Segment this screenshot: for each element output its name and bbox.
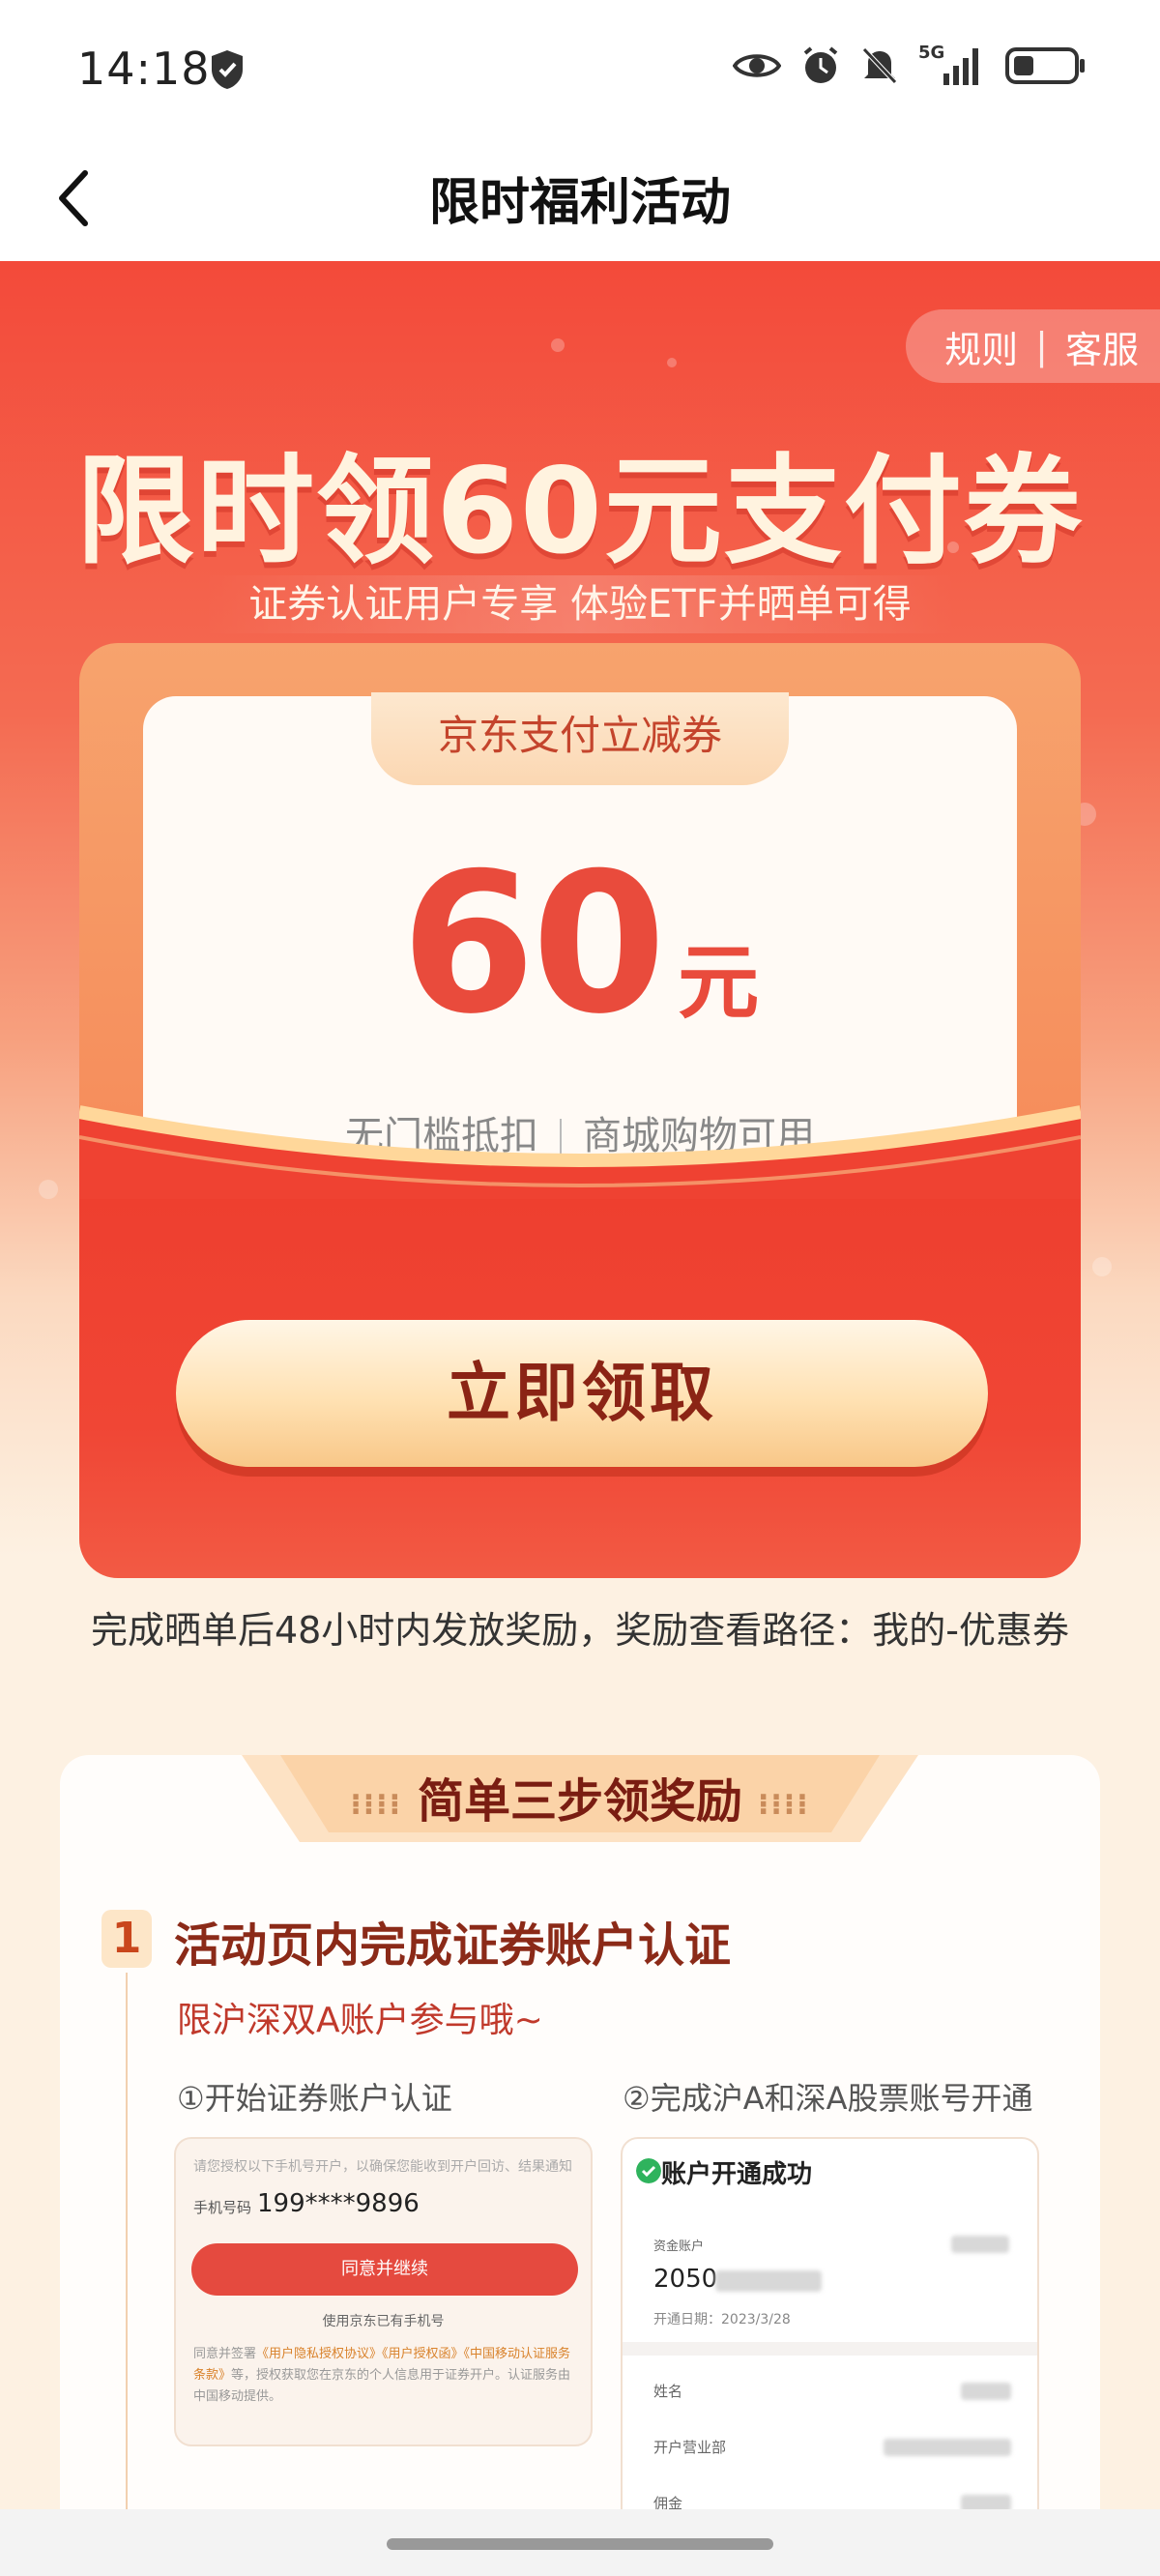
mock-name-label: 姓名 (653, 2383, 683, 2400)
mock-notice: 请您授权以下手机号开户，以确保您能收到开户回访、结果通知 (193, 2159, 572, 2175)
step-title: 活动页内完成证券账户认证 (174, 1918, 732, 1973)
mock-fund-label: 资金账户 (653, 2239, 705, 2254)
mock-divider (623, 2342, 1037, 2356)
mock-alt-link: 使用京东已有手机号 (322, 2314, 445, 2329)
hero-subtitle: 证券认证用户专享 体验ETF并晒单可得 (203, 575, 957, 633)
legal-suffix: 等，授权获取您在京东的个人信息用于证券开户。认证服务由中国移动提供。 (193, 2368, 571, 2404)
coupon-amount: 60 元 (143, 832, 1017, 1057)
service-link[interactable]: 客服 (1065, 320, 1139, 373)
dots-left: ⁝⁝⁝⁝ (350, 1787, 402, 1822)
coupon-tab: 京东支付立减券 (371, 692, 789, 785)
reward-note: 完成晒单后48小时内发放奖励，奖励查看路径：我的-优惠券 (90, 1609, 1070, 1652)
mock-phone-label: 手机号码 (193, 2199, 252, 2216)
step-timeline (126, 1973, 128, 2553)
mock-fund-value: 2050 (653, 2265, 718, 2294)
status-time: 14:18 (77, 43, 211, 95)
mock-success-title: 账户开通成功 (661, 2160, 813, 2189)
nav-bar: 限时福利活动 (0, 140, 1160, 261)
page-title: 限时福利活动 (428, 174, 731, 232)
blurred-value (951, 2236, 1009, 2253)
substep-left-label: ①开始证券账户认证 (177, 2080, 452, 2117)
substep-right-label: ②完成沪A和深A股票账号开通 (623, 2080, 1033, 2117)
steps-title-text: 简单三步领奖励 (417, 1774, 742, 1829)
mock-open-date: 开通日期：2023/3/28 (653, 2312, 791, 2327)
mock-auth-screen: 请您授权以下手机号开户，以确保您能收到开户回访、结果通知 手机号码 199***… (174, 2137, 593, 2446)
blurred-branch (884, 2439, 1011, 2456)
rules-service-pill: 规则 | 客服 (906, 309, 1160, 383)
steps-title: ⁝⁝⁝⁝ 简单三步领奖励 ⁝⁝⁝⁝ (0, 1763, 1160, 1830)
claim-button[interactable]: 立即领取 (176, 1320, 988, 1467)
home-indicator[interactable] (387, 2538, 773, 2550)
step-number: 1 (102, 1910, 152, 1968)
dots-right: ⁝⁝⁝⁝ (758, 1787, 810, 1822)
mute-icon (862, 47, 897, 84)
mock-phone-value: 199****9896 (257, 2189, 420, 2218)
blurred-account (715, 2270, 822, 2292)
status-bar: 14:18 5G (0, 0, 1160, 140)
hero-title: 限时领60元支付券 (76, 443, 1084, 580)
coupon-amount-unit: 元 (678, 935, 760, 1030)
battery-icon (1005, 47, 1085, 84)
legal-prefix: 同意并签署 (193, 2347, 257, 2361)
shield-icon (212, 50, 243, 89)
mock-branch-label: 开户营业部 (653, 2439, 727, 2456)
rules-link[interactable]: 规则 (944, 320, 1018, 373)
pill-divider: | (1035, 325, 1048, 367)
step-subtitle: 限沪深双A账户参与哦~ (177, 2001, 543, 2040)
signal-icon: 5G (918, 43, 986, 87)
blurred-name (961, 2383, 1011, 2400)
eye-icon (733, 54, 781, 77)
check-circle-icon (636, 2158, 661, 2183)
coupon-amount-number: 60 (400, 832, 666, 1057)
mock-legal-text: 同意并签署《用户隐私授权协议》《用户授权函》《中国移动认证服务条款》等，授权获取… (193, 2344, 580, 2408)
mock-account-screen: 账户开通成功 资金账户 2050 开通日期：2023/3/28 姓名 开户营业部… (621, 2137, 1039, 2543)
alarm-icon (803, 46, 838, 83)
status-icons: 5G (733, 43, 1087, 87)
mock-agree-button: 同意并继续 (191, 2243, 578, 2296)
